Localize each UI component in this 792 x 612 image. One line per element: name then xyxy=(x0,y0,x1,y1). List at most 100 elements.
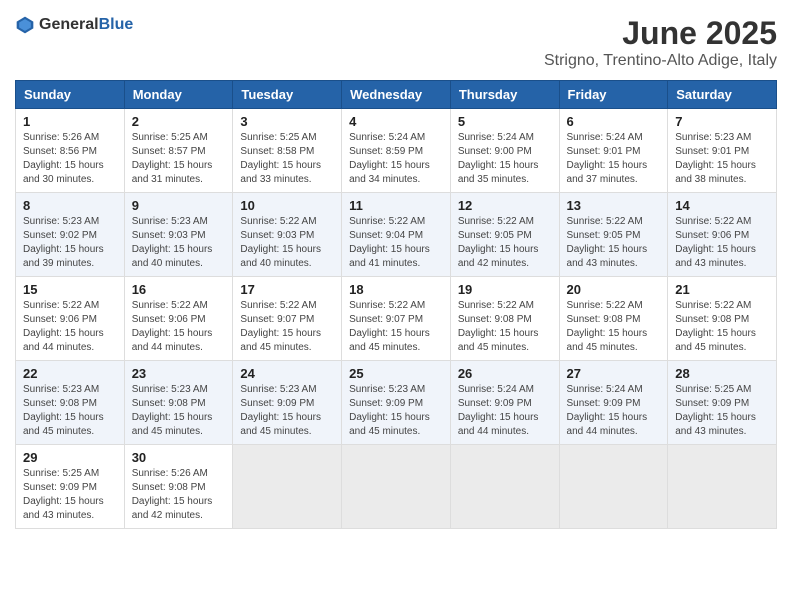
col-header-friday: Friday xyxy=(559,81,668,109)
day-info: Sunrise: 5:24 AM Sunset: 9:00 PM Dayligh… xyxy=(458,131,552,187)
day-info: Sunrise: 5:25 AM Sunset: 8:58 PM Dayligh… xyxy=(240,131,334,187)
logo-text: General xyxy=(39,16,99,33)
day-number: 22 xyxy=(23,366,117,381)
header: GeneralBlue June 2025 Strigno, Trentino-… xyxy=(15,15,777,70)
col-header-thursday: Thursday xyxy=(450,81,559,109)
day-number: 5 xyxy=(458,114,552,129)
day-info: Sunrise: 5:22 AM Sunset: 9:06 PM Dayligh… xyxy=(23,299,117,355)
day-info: Sunrise: 5:25 AM Sunset: 9:09 PM Dayligh… xyxy=(675,383,769,439)
day-cell-15: 15 Sunrise: 5:22 AM Sunset: 9:06 PM Dayli… xyxy=(16,277,125,361)
day-info: Sunrise: 5:22 AM Sunset: 9:08 PM Dayligh… xyxy=(458,299,552,355)
day-info: Sunrise: 5:25 AM Sunset: 9:09 PM Dayligh… xyxy=(23,467,117,523)
header-row: SundayMondayTuesdayWednesdayThursdayFrid… xyxy=(16,81,777,109)
day-number: 9 xyxy=(132,198,226,213)
subtitle: Strigno, Trentino-Alto Adige, Italy xyxy=(544,52,777,70)
day-cell-1: 1 Sunrise: 5:26 AM Sunset: 8:56 PM Daylig… xyxy=(16,109,125,193)
day-info: Sunrise: 5:22 AM Sunset: 9:05 PM Dayligh… xyxy=(458,215,552,271)
day-number: 23 xyxy=(132,366,226,381)
day-number: 7 xyxy=(675,114,769,129)
day-cell-30: 30 Sunrise: 5:26 AM Sunset: 9:08 PM Dayli… xyxy=(124,445,233,529)
col-header-tuesday: Tuesday xyxy=(233,81,342,109)
col-header-sunday: Sunday xyxy=(16,81,125,109)
day-info: Sunrise: 5:22 AM Sunset: 9:06 PM Dayligh… xyxy=(132,299,226,355)
day-number: 10 xyxy=(240,198,334,213)
day-number: 30 xyxy=(132,450,226,465)
day-cell-14: 14 Sunrise: 5:22 AM Sunset: 9:06 PM Dayli… xyxy=(668,193,777,277)
day-info: Sunrise: 5:22 AM Sunset: 9:07 PM Dayligh… xyxy=(349,299,443,355)
day-number: 15 xyxy=(23,282,117,297)
day-info: Sunrise: 5:23 AM Sunset: 9:08 PM Dayligh… xyxy=(132,383,226,439)
day-number: 19 xyxy=(458,282,552,297)
main-title: June 2025 xyxy=(544,15,777,52)
day-cell-19: 19 Sunrise: 5:22 AM Sunset: 9:08 PM Dayli… xyxy=(450,277,559,361)
day-number: 16 xyxy=(132,282,226,297)
day-number: 18 xyxy=(349,282,443,297)
day-number: 14 xyxy=(675,198,769,213)
day-info: Sunrise: 5:22 AM Sunset: 9:08 PM Dayligh… xyxy=(675,299,769,355)
title-area: June 2025 Strigno, Trentino-Alto Adige, … xyxy=(544,15,777,70)
day-cell-17: 17 Sunrise: 5:22 AM Sunset: 9:07 PM Dayli… xyxy=(233,277,342,361)
day-info: Sunrise: 5:22 AM Sunset: 9:03 PM Dayligh… xyxy=(240,215,334,271)
day-number: 21 xyxy=(675,282,769,297)
day-cell-3: 3 Sunrise: 5:25 AM Sunset: 8:58 PM Daylig… xyxy=(233,109,342,193)
day-info: Sunrise: 5:26 AM Sunset: 8:56 PM Dayligh… xyxy=(23,131,117,187)
empty-cell xyxy=(668,445,777,529)
day-number: 13 xyxy=(567,198,661,213)
day-cell-2: 2 Sunrise: 5:25 AM Sunset: 8:57 PM Daylig… xyxy=(124,109,233,193)
week-row-2: 8 Sunrise: 5:23 AM Sunset: 9:02 PM Daylig… xyxy=(16,193,777,277)
empty-cell xyxy=(559,445,668,529)
day-info: Sunrise: 5:22 AM Sunset: 9:08 PM Dayligh… xyxy=(567,299,661,355)
calendar-table: SundayMondayTuesdayWednesdayThursdayFrid… xyxy=(15,80,777,529)
col-header-saturday: Saturday xyxy=(668,81,777,109)
day-info: Sunrise: 5:24 AM Sunset: 9:01 PM Dayligh… xyxy=(567,131,661,187)
day-cell-27: 27Sunrise: 5:24 AM Sunset: 9:09 PM Dayli… xyxy=(559,361,668,445)
day-number: 20 xyxy=(567,282,661,297)
day-info: Sunrise: 5:23 AM Sunset: 9:09 PM Dayligh… xyxy=(240,383,334,439)
day-cell-11: 11 Sunrise: 5:22 AM Sunset: 9:04 PM Dayli… xyxy=(342,193,451,277)
week-row-4: 22 Sunrise: 5:23 AM Sunset: 9:08 PM Dayli… xyxy=(16,361,777,445)
day-cell-20: 20 Sunrise: 5:22 AM Sunset: 9:08 PM Dayli… xyxy=(559,277,668,361)
day-info: Sunrise: 5:22 AM Sunset: 9:07 PM Dayligh… xyxy=(240,299,334,355)
day-info: Sunrise: 5:24 AM Sunset: 8:59 PM Dayligh… xyxy=(349,131,443,187)
day-cell-16: 16 Sunrise: 5:22 AM Sunset: 9:06 PM Dayli… xyxy=(124,277,233,361)
day-cell-12: 12 Sunrise: 5:22 AM Sunset: 9:05 PM Dayli… xyxy=(450,193,559,277)
day-cell-21: 21 Sunrise: 5:22 AM Sunset: 9:08 PM Dayli… xyxy=(668,277,777,361)
day-number: 24 xyxy=(240,366,334,381)
logo-icon xyxy=(15,15,35,35)
day-info: Sunrise: 5:26 AM Sunset: 9:08 PM Dayligh… xyxy=(132,467,226,523)
day-number: 25 xyxy=(349,366,443,381)
col-header-monday: Monday xyxy=(124,81,233,109)
day-number: 11 xyxy=(349,198,443,213)
day-number: 12 xyxy=(458,198,552,213)
empty-cell xyxy=(342,445,451,529)
day-number: 2 xyxy=(132,114,226,129)
day-number: 26 xyxy=(458,366,552,381)
day-cell-7: 7Sunrise: 5:23 AM Sunset: 9:01 PM Daylig… xyxy=(668,109,777,193)
week-row-3: 15 Sunrise: 5:22 AM Sunset: 9:06 PM Dayli… xyxy=(16,277,777,361)
day-number: 6 xyxy=(567,114,661,129)
logo: GeneralBlue xyxy=(15,15,133,35)
week-row-1: 1 Sunrise: 5:26 AM Sunset: 8:56 PM Daylig… xyxy=(16,109,777,193)
day-cell-24: 24 Sunrise: 5:23 AM Sunset: 9:09 PM Dayli… xyxy=(233,361,342,445)
day-cell-22: 22Sunrise: 5:23 AM Sunset: 9:08 PM Dayli… xyxy=(16,361,125,445)
week-row-5: 29 Sunrise: 5:25 AM Sunset: 9:09 PM Dayli… xyxy=(16,445,777,529)
day-number: 29 xyxy=(23,450,117,465)
day-info: Sunrise: 5:22 AM Sunset: 9:06 PM Dayligh… xyxy=(675,215,769,271)
day-info: Sunrise: 5:22 AM Sunset: 9:04 PM Dayligh… xyxy=(349,215,443,271)
day-cell-23: 23 Sunrise: 5:23 AM Sunset: 9:08 PM Dayli… xyxy=(124,361,233,445)
day-cell-8: 8 Sunrise: 5:23 AM Sunset: 9:02 PM Daylig… xyxy=(16,193,125,277)
day-info: Sunrise: 5:23 AM Sunset: 9:02 PM Dayligh… xyxy=(23,215,117,271)
day-info: Sunrise: 5:24 AM Sunset: 9:09 PM Dayligh… xyxy=(567,383,661,439)
day-cell-25: 25Sunrise: 5:23 AM Sunset: 9:09 PM Dayli… xyxy=(342,361,451,445)
day-cell-10: 10 Sunrise: 5:22 AM Sunset: 9:03 PM Dayli… xyxy=(233,193,342,277)
day-number: 1 xyxy=(23,114,117,129)
col-header-wednesday: Wednesday xyxy=(342,81,451,109)
day-info: Sunrise: 5:24 AM Sunset: 9:09 PM Dayligh… xyxy=(458,383,552,439)
day-info: Sunrise: 5:25 AM Sunset: 8:57 PM Dayligh… xyxy=(132,131,226,187)
empty-cell xyxy=(233,445,342,529)
day-cell-5: 5 Sunrise: 5:24 AM Sunset: 9:00 PM Daylig… xyxy=(450,109,559,193)
day-number: 17 xyxy=(240,282,334,297)
day-number: 4 xyxy=(349,114,443,129)
day-number: 3 xyxy=(240,114,334,129)
day-number: 8 xyxy=(23,198,117,213)
